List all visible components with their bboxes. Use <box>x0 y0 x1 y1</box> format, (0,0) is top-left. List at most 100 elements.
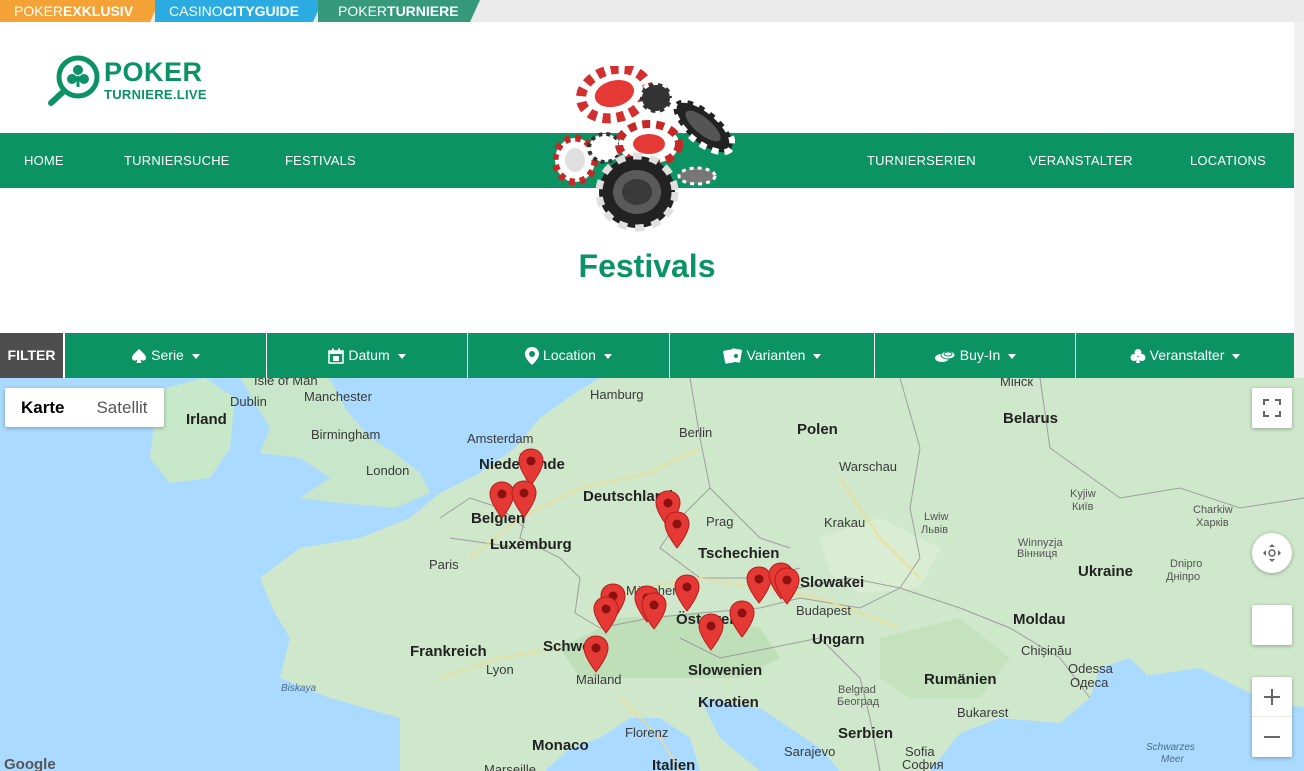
map-label-birmingham: Birmingham <box>311 427 381 442</box>
filter-location-dropdown[interactable]: Location <box>468 333 670 378</box>
map-marker-icon <box>664 511 690 549</box>
filter-veranstalter-dropdown[interactable]: Veranstalter <box>1076 333 1294 378</box>
map-label-luxemburg: Luxemburg <box>490 536 572 553</box>
filter-label: FILTER <box>0 333 64 378</box>
site-tab-pokerturniere[interactable]: POKERTURNIERE <box>318 0 480 22</box>
map-label-dnipro: Dnipro <box>1170 558 1203 570</box>
map-label-sofia-local: София <box>902 757 944 771</box>
festival-pin-8[interactable] <box>593 596 619 634</box>
map-label-manchester: Manchester <box>304 389 372 404</box>
festival-pin-6[interactable] <box>674 574 700 612</box>
map-label-warschau: Warschau <box>839 459 898 474</box>
map-label-bukarest: Bukarest <box>957 705 1009 720</box>
map-label-mailand: Mailand <box>576 672 622 687</box>
filter-buyin-dropdown[interactable]: Buy-In <box>875 333 1076 378</box>
chevron-down-icon <box>813 353 822 359</box>
site-logo[interactable]: POKER TURNIERE.LIVE <box>46 54 216 106</box>
map-label-slowenien: Slowenien <box>688 662 763 679</box>
festival-pin-13[interactable] <box>774 567 800 605</box>
site-tab-casinocityguide[interactable]: CASINOCITYGUIDE <box>155 0 323 22</box>
network-bar: POKEREXKLUSIV CASINOCITYGUIDE POKERTURNI… <box>0 0 1304 22</box>
filter-datum-dropdown[interactable]: Datum <box>267 333 468 378</box>
plus-icon <box>1264 689 1280 705</box>
filter-varianten-dropdown[interactable]: Varianten <box>670 333 875 378</box>
filter-serie-label: Serie <box>151 347 184 363</box>
map-label-hamburg: Hamburg <box>590 387 644 402</box>
filter-buyin-label: Buy-In <box>959 347 1001 363</box>
festival-pin-10[interactable] <box>641 592 667 630</box>
move-arrows-icon <box>1263 544 1281 562</box>
map-label-serbien: Serbien <box>838 725 894 742</box>
map-label-ukraine: Ukraine <box>1078 563 1134 580</box>
map-marker-icon <box>583 635 609 673</box>
calendar-icon <box>328 348 345 365</box>
map-label-marseille: Marseille <box>484 762 537 771</box>
map-label-lyon: Lyon <box>486 662 514 677</box>
map-marker-icon <box>698 613 724 651</box>
nav-home[interactable]: HOME <box>24 133 64 188</box>
club-icon <box>1130 349 1146 364</box>
map-label-rumaenien: Rumänien <box>924 671 997 688</box>
fullscreen-icon <box>1263 399 1281 417</box>
festival-pin-15[interactable] <box>698 613 724 651</box>
map-label-belarus: Belarus <box>1003 410 1059 427</box>
map-label-italien: Italien <box>652 757 696 771</box>
page-scrollbar[interactable] <box>1294 22 1304 378</box>
map-label-charkiw: Charkiw <box>1193 504 1233 516</box>
fullscreen-button[interactable] <box>1252 388 1292 428</box>
map-label-lwiw: Lwiw <box>924 511 949 523</box>
chevron-down-icon <box>1232 353 1241 359</box>
map-type-karte[interactable]: Karte <box>5 388 80 427</box>
map-marker-icon <box>674 574 700 612</box>
map-label-amsterdam: Amsterdam <box>467 431 534 446</box>
site-tab-pokerexklusiv[interactable]: POKEREXKLUSIV <box>0 0 160 22</box>
filter-datum-label: Datum <box>348 347 390 363</box>
map-label-prag: Prag <box>706 514 734 529</box>
map-label-winnyzja-local: Вінниця <box>1017 548 1058 560</box>
nav-turniersuche[interactable]: TURNIERSUCHE <box>124 133 230 188</box>
zoom-in-button[interactable] <box>1252 677 1292 717</box>
map-marker-icon <box>774 567 800 605</box>
festival-pin-5[interactable] <box>664 511 690 549</box>
pegman-button[interactable] <box>1252 605 1292 645</box>
map-label-minsk: Мінск <box>1000 378 1034 389</box>
chevron-down-icon <box>191 353 200 359</box>
map-label-frankreich: Frankreich <box>410 643 487 660</box>
nav-festivals[interactable]: FESTIVALS <box>285 133 356 188</box>
map-label-tschechien: Tschechien <box>698 545 780 562</box>
logo-text-domain: TURNIERE.LIVE <box>104 87 207 102</box>
nav-turnierserien[interactable]: TURNIERSERIEN <box>867 133 976 188</box>
map-label-krakau: Krakau <box>824 515 866 530</box>
nav-locations[interactable]: LOCATIONS <box>1190 133 1266 188</box>
map-label-kyjiw-local: Київ <box>1072 501 1094 513</box>
map-label-odessa: Odessa <box>1068 661 1113 676</box>
map-label-belgrad-local: Београд <box>837 696 880 708</box>
zoom-out-button[interactable] <box>1252 717 1292 757</box>
festival-pin-3[interactable] <box>511 480 537 518</box>
map-label-dnipro-local: Дніпро <box>1166 571 1201 583</box>
festival-map[interactable]: Isle of Man Manchester Dublin Irland Bir… <box>0 378 1304 771</box>
filter-serie-dropdown[interactable]: Serie <box>65 333 267 378</box>
map-label-schwarzes-meer: Schwarzes <box>1146 742 1195 753</box>
map-label-polen: Polen <box>797 421 838 438</box>
map-label-biskaya: Biskaya <box>281 683 317 694</box>
chevron-down-icon <box>1008 353 1017 359</box>
nav-veranstalter[interactable]: VERANSTALTER <box>1029 133 1133 188</box>
map-marker-icon <box>641 592 667 630</box>
map-label-paris: Paris <box>429 557 459 572</box>
camera-control-button[interactable] <box>1252 533 1292 573</box>
festival-pin-14[interactable] <box>729 600 755 638</box>
map-label-moldau: Moldau <box>1013 611 1066 628</box>
map-label-schwarzes-meer-2: Meer <box>1161 754 1184 765</box>
cards-icon <box>722 348 742 364</box>
chevron-down-icon <box>603 353 612 359</box>
map-label-sarajevo: Sarajevo <box>784 744 836 759</box>
map-label-london: London <box>366 463 410 478</box>
map-label-chisinau: Chișinău <box>1021 643 1072 658</box>
map-type-satellit[interactable]: Satellit <box>80 388 163 427</box>
map-label-belgrad: Belgrad <box>838 684 876 696</box>
map-label-odessa-local: Одеса <box>1070 675 1109 690</box>
filter-veranstalter-label: Veranstalter <box>1149 347 1225 363</box>
zoom-control <box>1252 677 1292 757</box>
festival-pin-16[interactable] <box>583 635 609 673</box>
